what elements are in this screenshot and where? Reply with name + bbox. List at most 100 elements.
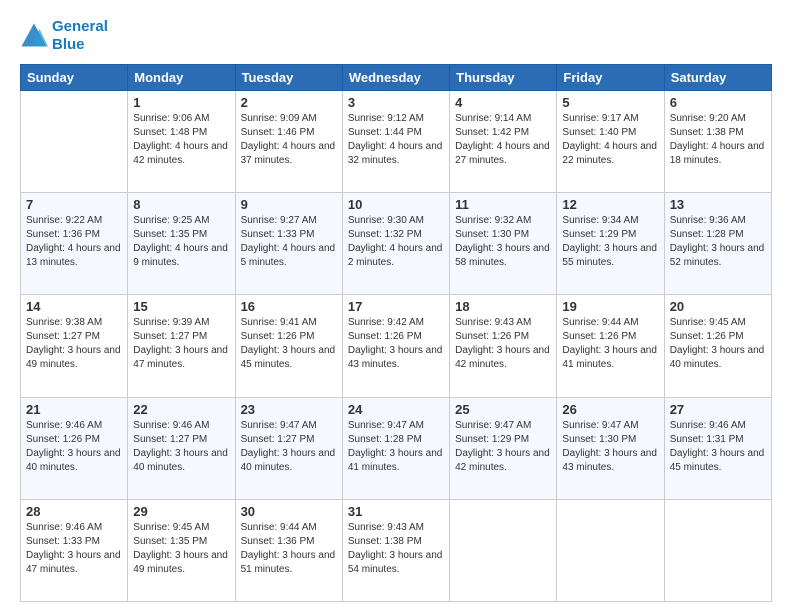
calendar-week-row: 14 Sunrise: 9:38 AMSunset: 1:27 PMDayligh… <box>21 295 772 397</box>
day-number: 8 <box>133 197 229 212</box>
day-number: 30 <box>241 504 337 519</box>
calendar-cell: 24 Sunrise: 9:47 AMSunset: 1:28 PMDayligh… <box>342 397 449 499</box>
day-info: Sunrise: 9:47 AMSunset: 1:28 PMDaylight:… <box>348 419 444 475</box>
weekday-header-tuesday: Tuesday <box>235 65 342 91</box>
page-header: General Blue <box>20 18 772 54</box>
day-number: 31 <box>348 504 444 519</box>
day-info: Sunrise: 9:30 AMSunset: 1:32 PMDaylight:… <box>348 214 444 270</box>
weekday-header-monday: Monday <box>128 65 235 91</box>
day-number: 5 <box>562 95 658 110</box>
weekday-header-row: SundayMondayTuesdayWednesdayThursdayFrid… <box>21 65 772 91</box>
day-info: Sunrise: 9:46 AMSunset: 1:27 PMDaylight:… <box>133 419 229 475</box>
day-info: Sunrise: 9:22 AMSunset: 1:36 PMDaylight:… <box>26 214 122 270</box>
day-number: 27 <box>670 402 766 417</box>
calendar-cell: 31 Sunrise: 9:43 AMSunset: 1:38 PMDayligh… <box>342 499 449 601</box>
day-info: Sunrise: 9:47 AMSunset: 1:30 PMDaylight:… <box>562 419 658 475</box>
day-number: 24 <box>348 402 444 417</box>
calendar-table: SundayMondayTuesdayWednesdayThursdayFrid… <box>20 64 772 602</box>
calendar-cell: 7 Sunrise: 9:22 AMSunset: 1:36 PMDaylight… <box>21 193 128 295</box>
day-info: Sunrise: 9:36 AMSunset: 1:28 PMDaylight:… <box>670 214 766 270</box>
weekday-header-friday: Friday <box>557 65 664 91</box>
day-info: Sunrise: 9:20 AMSunset: 1:38 PMDaylight:… <box>670 112 766 168</box>
day-info: Sunrise: 9:43 AMSunset: 1:38 PMDaylight:… <box>348 521 444 577</box>
calendar-cell: 29 Sunrise: 9:45 AMSunset: 1:35 PMDayligh… <box>128 499 235 601</box>
weekday-header-saturday: Saturday <box>664 65 771 91</box>
calendar-week-row: 7 Sunrise: 9:22 AMSunset: 1:36 PMDaylight… <box>21 193 772 295</box>
calendar-week-row: 21 Sunrise: 9:46 AMSunset: 1:26 PMDayligh… <box>21 397 772 499</box>
day-number: 10 <box>348 197 444 212</box>
day-info: Sunrise: 9:38 AMSunset: 1:27 PMDaylight:… <box>26 316 122 372</box>
calendar-cell <box>664 499 771 601</box>
day-number: 3 <box>348 95 444 110</box>
calendar-cell: 10 Sunrise: 9:30 AMSunset: 1:32 PMDayligh… <box>342 193 449 295</box>
day-info: Sunrise: 9:44 AMSunset: 1:26 PMDaylight:… <box>562 316 658 372</box>
day-number: 13 <box>670 197 766 212</box>
day-number: 4 <box>455 95 551 110</box>
day-info: Sunrise: 9:12 AMSunset: 1:44 PMDaylight:… <box>348 112 444 168</box>
day-number: 25 <box>455 402 551 417</box>
day-info: Sunrise: 9:32 AMSunset: 1:30 PMDaylight:… <box>455 214 551 270</box>
calendar-cell <box>450 499 557 601</box>
day-info: Sunrise: 9:42 AMSunset: 1:26 PMDaylight:… <box>348 316 444 372</box>
calendar-cell: 18Sunrise: 9:43 AMSunset: 1:26 PMDayligh… <box>450 295 557 397</box>
calendar-cell: 22 Sunrise: 9:46 AMSunset: 1:27 PMDayligh… <box>128 397 235 499</box>
calendar-cell: 8 Sunrise: 9:25 AMSunset: 1:35 PMDaylight… <box>128 193 235 295</box>
day-info: Sunrise: 9:39 AMSunset: 1:27 PMDaylight:… <box>133 316 229 372</box>
day-number: 12 <box>562 197 658 212</box>
day-number: 6 <box>670 95 766 110</box>
calendar-cell: 4 Sunrise: 9:14 AMSunset: 1:42 PMDaylight… <box>450 91 557 193</box>
calendar-week-row: 28 Sunrise: 9:46 AMSunset: 1:33 PMDayligh… <box>21 499 772 601</box>
day-number: 26 <box>562 402 658 417</box>
day-info: Sunrise: 9:41 AMSunset: 1:26 PMDaylight:… <box>241 316 337 372</box>
day-info: Sunrise: 9:27 AMSunset: 1:33 PMDaylight:… <box>241 214 337 270</box>
day-number: 14 <box>26 299 122 314</box>
logo: General Blue <box>20 18 108 54</box>
calendar-cell: 25 Sunrise: 9:47 AMSunset: 1:29 PMDayligh… <box>450 397 557 499</box>
day-number: 23 <box>241 402 337 417</box>
day-info: Sunrise: 9:45 AMSunset: 1:35 PMDaylight:… <box>133 521 229 577</box>
weekday-header-sunday: Sunday <box>21 65 128 91</box>
calendar-cell: 30 Sunrise: 9:44 AMSunset: 1:36 PMDayligh… <box>235 499 342 601</box>
day-info: Sunrise: 9:09 AMSunset: 1:46 PMDaylight:… <box>241 112 337 168</box>
calendar-cell: 5Sunrise: 9:17 AMSunset: 1:40 PMDaylight… <box>557 91 664 193</box>
day-info: Sunrise: 9:45 AMSunset: 1:26 PMDaylight:… <box>670 316 766 372</box>
day-info: Sunrise: 9:14 AMSunset: 1:42 PMDaylight:… <box>455 112 551 168</box>
calendar-cell: 6 Sunrise: 9:20 AMSunset: 1:38 PMDaylight… <box>664 91 771 193</box>
day-info: Sunrise: 9:46 AMSunset: 1:33 PMDaylight:… <box>26 521 122 577</box>
day-info: Sunrise: 9:47 AMSunset: 1:27 PMDaylight:… <box>241 419 337 475</box>
day-number: 29 <box>133 504 229 519</box>
day-number: 28 <box>26 504 122 519</box>
calendar-cell: 17Sunrise: 9:42 AMSunset: 1:26 PMDayligh… <box>342 295 449 397</box>
calendar-cell: 9 Sunrise: 9:27 AMSunset: 1:33 PMDaylight… <box>235 193 342 295</box>
day-number: 18 <box>455 299 551 314</box>
day-number: 16 <box>241 299 337 314</box>
calendar-cell: 15 Sunrise: 9:39 AMSunset: 1:27 PMDayligh… <box>128 295 235 397</box>
calendar-cell: 27 Sunrise: 9:46 AMSunset: 1:31 PMDayligh… <box>664 397 771 499</box>
calendar-cell: 13 Sunrise: 9:36 AMSunset: 1:28 PMDayligh… <box>664 193 771 295</box>
day-number: 22 <box>133 402 229 417</box>
calendar-cell: 16 Sunrise: 9:41 AMSunset: 1:26 PMDayligh… <box>235 295 342 397</box>
logo-icon <box>20 22 48 50</box>
day-info: Sunrise: 9:25 AMSunset: 1:35 PMDaylight:… <box>133 214 229 270</box>
day-number: 7 <box>26 197 122 212</box>
calendar-cell: 23 Sunrise: 9:47 AMSunset: 1:27 PMDayligh… <box>235 397 342 499</box>
calendar-cell: 3 Sunrise: 9:12 AMSunset: 1:44 PMDaylight… <box>342 91 449 193</box>
day-info: Sunrise: 9:46 AMSunset: 1:26 PMDaylight:… <box>26 419 122 475</box>
calendar-cell: 21 Sunrise: 9:46 AMSunset: 1:26 PMDayligh… <box>21 397 128 499</box>
day-number: 15 <box>133 299 229 314</box>
day-info: Sunrise: 9:47 AMSunset: 1:29 PMDaylight:… <box>455 419 551 475</box>
calendar-cell: 14 Sunrise: 9:38 AMSunset: 1:27 PMDayligh… <box>21 295 128 397</box>
day-info: Sunrise: 9:06 AMSunset: 1:48 PMDaylight:… <box>133 112 229 168</box>
day-number: 21 <box>26 402 122 417</box>
calendar-cell <box>21 91 128 193</box>
calendar-week-row: 1 Sunrise: 9:06 AMSunset: 1:48 PMDaylight… <box>21 91 772 193</box>
calendar-cell: 2 Sunrise: 9:09 AMSunset: 1:46 PMDaylight… <box>235 91 342 193</box>
day-info: Sunrise: 9:46 AMSunset: 1:31 PMDaylight:… <box>670 419 766 475</box>
day-number: 20 <box>670 299 766 314</box>
day-number: 1 <box>133 95 229 110</box>
day-info: Sunrise: 9:44 AMSunset: 1:36 PMDaylight:… <box>241 521 337 577</box>
calendar-cell: 28 Sunrise: 9:46 AMSunset: 1:33 PMDayligh… <box>21 499 128 601</box>
day-number: 2 <box>241 95 337 110</box>
weekday-header-wednesday: Wednesday <box>342 65 449 91</box>
day-number: 9 <box>241 197 337 212</box>
